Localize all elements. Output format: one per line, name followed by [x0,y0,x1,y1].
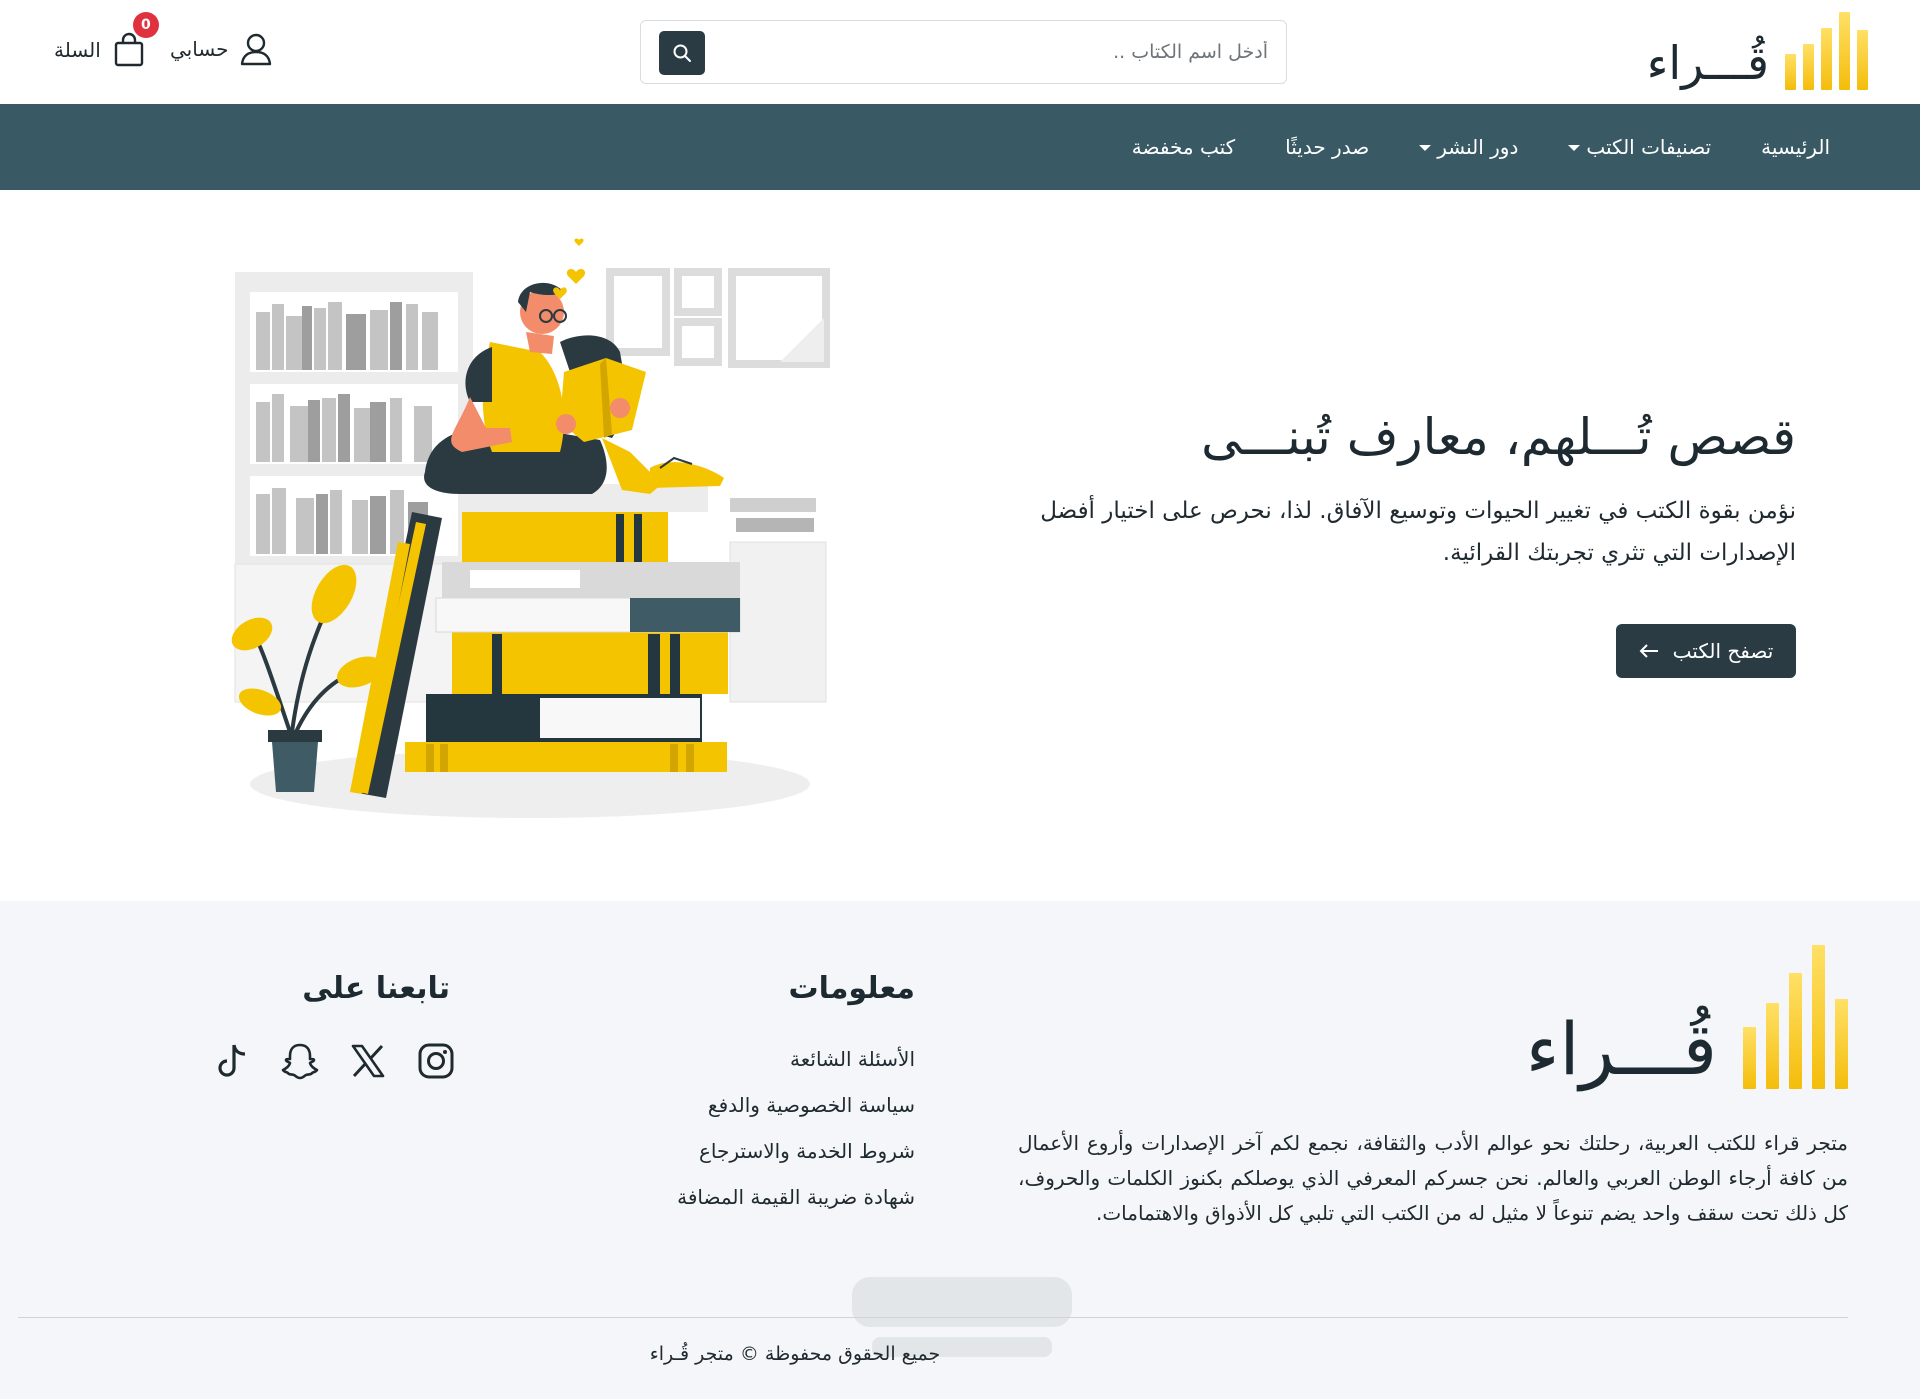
nav-label: دور النشر [1437,135,1519,159]
instagram-link[interactable] [416,1041,456,1081]
reading-illustration [231,238,830,818]
nav-label: الرئيسية [1761,135,1830,159]
footer-brand-logo[interactable]: قُـــراء [1526,945,1848,1089]
snapchat-icon [281,1043,319,1080]
x-link[interactable] [348,1041,388,1081]
search-input[interactable] [728,35,1268,69]
instagram-icon [418,1043,454,1079]
main-nav: الرئيسية تصنيفات الكتب دور النشر صدر حدي… [0,104,1920,190]
follow-heading: تابعنا على [302,971,450,1006]
logo-bars-icon [1785,12,1868,90]
cart-label: السلة [54,38,101,62]
copyright-text: جميع الحقوق محفوظة © متجر قُـراء [649,1343,941,1365]
info-heading: معلومات [788,971,915,1006]
faq-link[interactable]: الأسئلة الشائعة [590,1036,915,1082]
cart-icon-wrap: 0 [113,12,159,68]
info-links: الأسئلة الشائعة سياسة الخصوصية والدفع شر… [590,1036,915,1220]
terms-link[interactable]: شروط الخدمة والاسترجاع [590,1128,915,1174]
tiktok-link[interactable] [212,1041,252,1081]
page: قُـــراء حسابي 0 السلة الرئيسية تصنيفات … [0,0,1920,1399]
shopping-bag-icon [114,32,144,67]
caret-down-icon [1419,145,1432,151]
nav-label: تصنيفات الكتب [1586,135,1712,159]
header: قُـــراء حسابي 0 السلة [0,0,1920,104]
account-link[interactable]: حسابي [170,32,273,66]
hero-subtitle: نؤمن بقوة الكتب في تغيير الحيوات وتوسيع … [1040,498,1796,566]
social-links [212,1041,456,1081]
tiktok-icon [218,1044,246,1077]
browse-books-label: تصفح الكتب [1672,639,1774,663]
brand-name: قُـــراء [1646,36,1769,90]
hero-section: قصص تُـــلهم، معارف تُبنـــى نؤمن بقوة ا… [0,190,1920,901]
cart-count-badge: 0 [132,12,159,38]
logo-bars-icon [1743,945,1848,1089]
nav-label: كتب مخفضة [1131,135,1236,159]
nav-label: صدر حديثًا [1285,135,1370,159]
nav-item-categories[interactable]: تصنيفات الكتب [1568,135,1711,159]
nav-item-new-releases[interactable]: صدر حديثًا [1285,135,1369,159]
search-button[interactable] [659,31,705,75]
snapchat-link[interactable] [280,1041,320,1081]
brand-logo[interactable]: قُـــراء [1647,12,1868,90]
footer-about-text: متجر قراء للكتب العربية، رحلتك نحو عوالم… [1018,1131,1848,1225]
search-box [640,20,1287,84]
nav-item-publishers[interactable]: دور النشر [1419,135,1518,159]
hero-title: قصص تُـــلهم، معارف تُبنـــى [1201,408,1796,466]
footer-brand-name: قُـــراء [1525,1007,1717,1091]
footer-divider [18,1317,1848,1318]
nav-item-home[interactable]: الرئيسية [1761,135,1830,159]
privacy-policy-link[interactable]: سياسة الخصوصية والدفع [590,1082,915,1128]
vat-certificate-link[interactable]: شهادة ضريبة القيمة المضافة [590,1174,915,1220]
cart-link[interactable]: 0 السلة [54,12,159,68]
browse-books-button[interactable]: تصفح الكتب [1616,624,1796,678]
arrow-left-icon [1639,644,1658,658]
caret-down-icon [1568,145,1581,151]
user-icon [240,33,271,66]
x-icon [351,1044,385,1078]
nav-item-discounted[interactable]: كتب مخفضة [1132,135,1235,159]
account-label: حسابي [170,37,229,61]
search-icon [673,44,691,62]
footer: قُـــراء متجر قراء للكتب العربية، رحلتك … [0,901,1920,1399]
